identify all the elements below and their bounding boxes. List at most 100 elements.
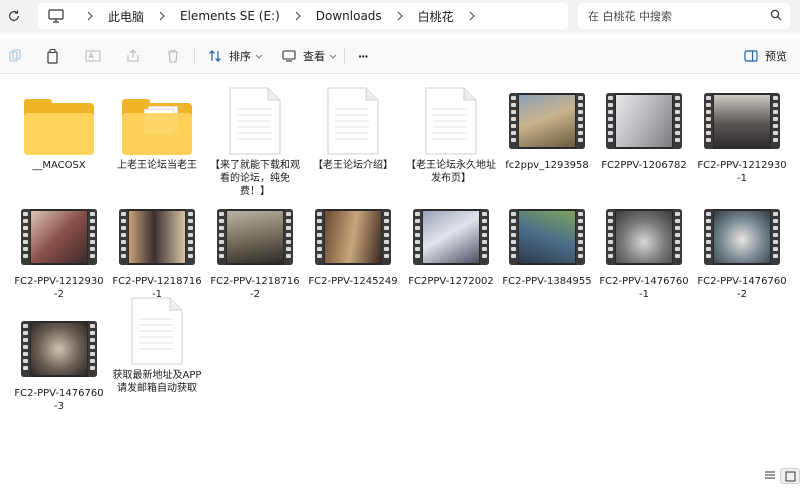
folder-item[interactable]: __MACOSX [14, 87, 104, 172]
folder-icon [24, 99, 94, 155]
video-item[interactable]: FC2-PPV-1384955 [502, 203, 592, 288]
video-item[interactable]: FC2-PPV-1245249 [308, 203, 398, 288]
item-name: 【来了就能下载和观看的论坛，纯免费！】 [210, 160, 300, 197]
chevron-right-icon [390, 11, 410, 21]
status-bar [0, 464, 800, 488]
item-name: fc2ppv_1293958 [505, 160, 589, 171]
item-name: 【老王论坛永久地址发布页】 [406, 160, 496, 184]
monitor-icon [280, 47, 298, 65]
item-name: FC2PPV-1206782 [601, 160, 687, 171]
video-thumbnail-icon [217, 209, 293, 265]
video-thumbnail-icon [606, 93, 682, 149]
more-dots-icon: ··· [358, 49, 369, 63]
tile-view-icon [785, 471, 795, 481]
document-icon [425, 87, 477, 155]
command-toolbar: 排序 查看 ··· 预览 [0, 38, 800, 74]
document-item[interactable]: 【老王论坛介绍】 [308, 87, 398, 172]
video-thumbnail-icon [21, 209, 97, 265]
video-item[interactable]: FC2-PPV-1218716-1 [112, 203, 202, 301]
item-name: FC2-PPV-1212930-2 [14, 276, 104, 300]
document-item[interactable]: 【来了就能下载和观看的论坛，纯免费！】 [210, 87, 300, 198]
search-input[interactable]: 在 白桃花 中搜索 [578, 3, 790, 29]
chevron-right-icon[interactable] [462, 11, 482, 21]
item-name: FC2-PPV-1476760-3 [14, 388, 104, 412]
thumbnail-view-button[interactable] [780, 468, 800, 484]
file-grid: __MACOSX 上老王论坛当老王 【来了就能下载和观看的论坛，纯免费！】 【老… [0, 75, 800, 463]
copy-button[interactable] [44, 46, 62, 66]
chevron-right-icon [288, 11, 308, 21]
toolbar-divider [194, 48, 195, 64]
item-name: FC2-PPV-1384955 [502, 276, 592, 287]
document-item[interactable]: 获取最新地址及APP请发邮箱自动获取 [112, 297, 202, 395]
chevron-right-icon [152, 11, 172, 21]
preview-pane-icon [742, 47, 760, 65]
chevron-right-icon [80, 11, 100, 21]
chevron-down-icon [255, 50, 263, 63]
address-bar-area: 此电脑 Elements SE (E:) Downloads 白桃花 在 白桃花… [0, 0, 800, 34]
breadcrumb-item-current-folder[interactable]: 白桃花 [418, 8, 454, 25]
video-item[interactable]: FC2PPV-1206782 [599, 87, 689, 172]
refresh-button[interactable] [4, 6, 24, 26]
video-item[interactable]: FC2-PPV-1476760-2 [697, 203, 787, 301]
document-icon [229, 87, 281, 155]
copy-icon [44, 47, 62, 65]
document-item[interactable]: 【老王论坛永久地址发布页】 [406, 87, 496, 185]
share-icon [124, 47, 142, 65]
item-name: FC2-PPV-1218716-2 [210, 276, 300, 300]
item-name: FC2PPV-1272002 [408, 276, 494, 287]
video-item[interactable]: fc2ppv_1293958 [502, 87, 592, 172]
cut-icon [6, 47, 24, 65]
preview-label: 预览 [765, 50, 787, 63]
video-item[interactable]: FC2-PPV-1476760-1 [599, 203, 689, 301]
monitor-icon [48, 9, 64, 23]
item-name: 获取最新地址及APP请发邮箱自动获取 [112, 370, 202, 394]
rename-icon [84, 47, 102, 65]
view-label: 查看 [303, 50, 325, 63]
item-name: FC2-PPV-1476760-2 [697, 276, 787, 300]
delete-button[interactable] [164, 46, 182, 66]
item-name: 上老王论坛当老王 [117, 160, 197, 171]
video-item[interactable]: FC2-PPV-1212930-1 [697, 87, 787, 185]
video-thumbnail-icon [509, 93, 585, 149]
details-view-button[interactable] [760, 468, 780, 484]
video-thumbnail-icon [509, 209, 585, 265]
breadcrumb-item-drive[interactable]: Elements SE (E:) [180, 9, 280, 23]
video-item[interactable]: FC2PPV-1272002 [406, 203, 496, 288]
folder-item[interactable]: 上老王论坛当老王 [112, 87, 202, 172]
cut-button[interactable] [6, 46, 24, 66]
folder-icon [122, 99, 192, 155]
document-icon [131, 297, 183, 365]
item-name: 【老王论坛介绍】 [313, 160, 393, 171]
video-item[interactable]: FC2-PPV-1476760-3 [14, 315, 104, 413]
item-name: FC2-PPV-1476760-1 [599, 276, 689, 300]
search-icon [770, 9, 782, 24]
sort-button[interactable]: 排序 [206, 46, 263, 66]
more-options-button[interactable]: ··· [356, 46, 369, 66]
breadcrumb[interactable]: 此电脑 Elements SE (E:) Downloads 白桃花 [38, 3, 568, 29]
breadcrumb-item-downloads[interactable]: Downloads [316, 9, 382, 23]
chevron-down-icon [329, 50, 337, 63]
search-placeholder: 在 白桃花 中搜索 [588, 10, 672, 23]
rename-button[interactable] [84, 46, 102, 66]
preview-pane-button[interactable]: 预览 [742, 46, 787, 66]
video-thumbnail-icon [315, 209, 391, 265]
share-button[interactable] [124, 46, 142, 66]
list-view-icon [765, 471, 775, 479]
video-thumbnail-icon [21, 321, 97, 377]
video-item[interactable]: FC2-PPV-1212930-2 [14, 203, 104, 301]
video-thumbnail-icon [606, 209, 682, 265]
item-name: __MACOSX [32, 160, 86, 171]
sort-label: 排序 [229, 50, 251, 63]
item-name: FC2-PPV-1212930-1 [697, 160, 787, 184]
video-thumbnail-icon [704, 209, 780, 265]
toolbar-divider [344, 48, 345, 64]
view-button[interactable]: 查看 [280, 46, 337, 66]
video-item[interactable]: FC2-PPV-1218716-2 [210, 203, 300, 301]
sort-icon [206, 47, 224, 65]
refresh-icon [9, 10, 19, 21]
trash-icon [164, 47, 182, 65]
document-icon [327, 87, 379, 155]
item-name: FC2-PPV-1245249 [308, 276, 398, 287]
breadcrumb-item-this-pc[interactable]: 此电脑 [108, 8, 144, 25]
video-thumbnail-icon [413, 209, 489, 265]
